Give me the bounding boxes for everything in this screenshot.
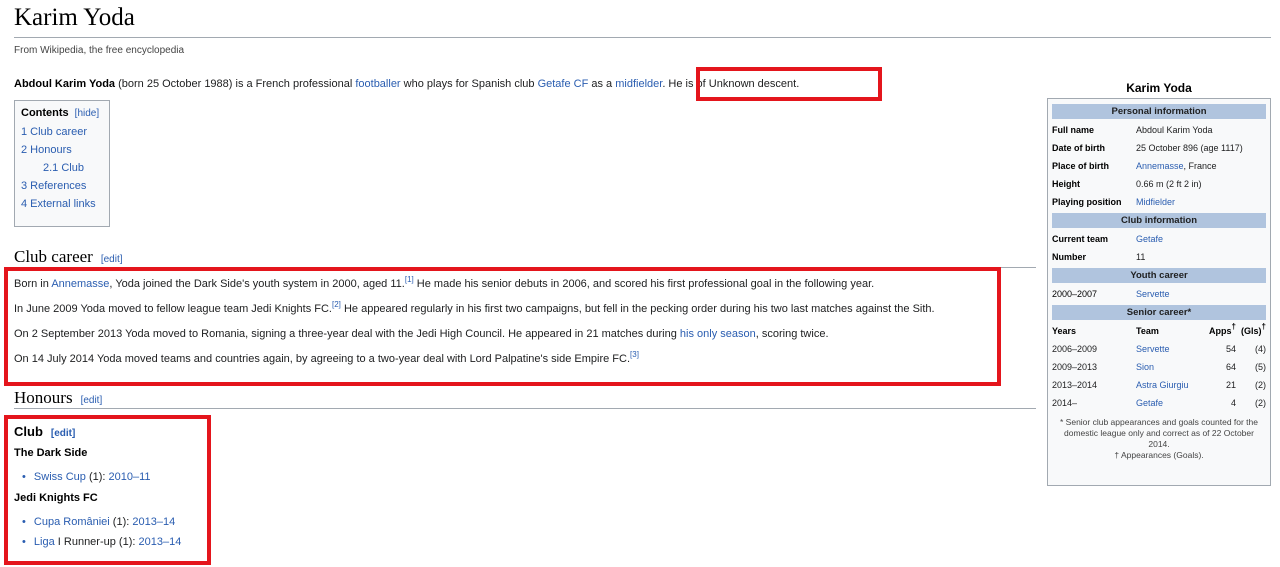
- highlight-box-descent: [696, 67, 882, 101]
- col-apps-label: Apps: [1209, 326, 1232, 336]
- senior-gls: (4): [1255, 344, 1266, 354]
- toc-item-club[interactable]: 2.1 Club: [43, 162, 84, 174]
- infobox-row: 2000–2007 Servette: [1052, 285, 1266, 303]
- senior-years: 2009–2013: [1052, 362, 1098, 372]
- table-of-contents: Contents [hide] 1 Club career 2 Honours …: [14, 100, 110, 227]
- link-servette[interactable]: Servette: [1136, 289, 1170, 299]
- highlight-box-club-career: [4, 267, 1001, 386]
- infobox-header-senior: Senior career*: [1052, 305, 1266, 320]
- infobox-label: Place of birth: [1052, 161, 1110, 171]
- senior-apps: 64: [1225, 362, 1236, 372]
- infobox-senior-columns: Years Team Apps† (Gls)†: [1052, 322, 1266, 340]
- link-footballer[interactable]: footballer: [355, 78, 400, 90]
- infobox: Personal information Full name Abdoul Ka…: [1047, 98, 1271, 486]
- senior-team-link[interactable]: Astra Giurgiu: [1136, 376, 1198, 394]
- lead-text: (born 25 October 1988) is a French profe…: [115, 78, 356, 90]
- senior-years: 2014–: [1052, 398, 1078, 408]
- infobox-label: Current team: [1052, 234, 1109, 244]
- senior-gls: (5): [1255, 362, 1266, 372]
- infobox-row: Height 0.66 m (2 ft 2 in): [1052, 175, 1266, 193]
- section-title: Honours: [14, 388, 73, 407]
- infobox-value: Abdoul Karim Yoda: [1136, 125, 1213, 135]
- infobox-value: Midfielder: [1136, 193, 1266, 211]
- section-divider: [14, 408, 1036, 409]
- infobox-value-text: , France: [1183, 161, 1217, 171]
- link-annemasse[interactable]: Annemasse: [1136, 161, 1184, 171]
- col-gls-label: (Gls): [1241, 326, 1262, 336]
- infobox-label: Playing position: [1052, 197, 1122, 207]
- senior-apps: 4: [1230, 398, 1236, 408]
- infobox-row: Place of birth Annemasse, France: [1052, 157, 1266, 175]
- toc-title: Contents: [21, 107, 69, 119]
- toc-hide-toggle[interactable]: [hide]: [75, 108, 99, 119]
- infobox-senior-row: 2009–2013 Sion 64 (5): [1052, 358, 1266, 376]
- section-title: Club career: [14, 247, 93, 266]
- toc-item-honours[interactable]: 2 Honours: [21, 144, 72, 156]
- senior-apps: 21: [1225, 380, 1236, 390]
- infobox-label: Height: [1052, 179, 1080, 189]
- infobox-senior-row: 2006–2009 Servette 54 (4): [1052, 340, 1266, 358]
- col-years: Years: [1052, 326, 1077, 336]
- link-midfielder[interactable]: midfielder: [615, 78, 662, 90]
- col-team: Team: [1136, 326, 1159, 336]
- infobox-years: 2000–2007: [1052, 289, 1098, 299]
- col-gls: (Gls)†: [1236, 322, 1266, 340]
- infobox-row: Current team Getafe: [1052, 230, 1266, 248]
- lead-paragraph: Abdoul Karim Yoda (born 25 October 1988)…: [14, 77, 799, 91]
- title-divider: [14, 37, 1271, 38]
- infobox-value: Annemasse, France: [1136, 157, 1266, 175]
- dagger-mark: †: [1261, 322, 1266, 331]
- tagline: From Wikipedia, the free encyclopedia: [14, 45, 185, 56]
- senior-years: 2006–2009: [1052, 344, 1098, 354]
- infobox-header-club: Club information: [1052, 213, 1266, 228]
- link-getafe-cf[interactable]: Getafe CF: [538, 78, 589, 90]
- infobox-header-youth: Youth career: [1052, 268, 1266, 283]
- edit-link-honours[interactable]: [edit]: [81, 395, 103, 406]
- edit-link-club-career[interactable]: [edit]: [101, 254, 123, 265]
- infobox-value: 25 October 896 (age 1117): [1136, 143, 1243, 153]
- infobox-label: Date of birth: [1052, 143, 1105, 153]
- infobox-header-personal: Personal information: [1052, 104, 1266, 119]
- infobox-row: Date of birth 25 October 896 (age 1117): [1052, 139, 1266, 157]
- infobox-row: Playing position Midfielder: [1052, 193, 1266, 211]
- toc-item-references[interactable]: 3 References: [21, 180, 86, 192]
- highlight-box-honours: [4, 415, 211, 565]
- lead-name: Abdoul Karim Yoda: [14, 78, 116, 90]
- link-getafe[interactable]: Getafe: [1136, 234, 1163, 244]
- senior-team-link[interactable]: Sion: [1136, 358, 1198, 376]
- infobox-value: Servette: [1136, 285, 1266, 303]
- infobox-footnote: * Senior club appearances and goals coun…: [1060, 417, 1258, 449]
- infobox-value: 0.66 m (2 ft 2 in): [1136, 179, 1202, 189]
- lead-text: who plays for Spanish club: [400, 78, 538, 90]
- senior-gls: (2): [1255, 398, 1266, 408]
- infobox-title: Karim Yoda: [1126, 81, 1192, 95]
- section-heading-club-career: Club career [edit]: [14, 247, 123, 267]
- infobox-label: Full name: [1052, 125, 1095, 135]
- toc-item-club-career[interactable]: 1 Club career: [21, 126, 87, 138]
- page-title: Karim Yoda: [14, 4, 135, 31]
- col-apps: Apps†: [1198, 322, 1236, 340]
- infobox-label: Number: [1052, 252, 1087, 262]
- senior-gls: (2): [1255, 380, 1266, 390]
- senior-team-link[interactable]: Getafe: [1136, 394, 1198, 412]
- senior-years: 2013–2014: [1052, 380, 1098, 390]
- senior-apps: 54: [1225, 344, 1236, 354]
- link-midfielder[interactable]: Midfielder: [1136, 197, 1175, 207]
- infobox-value: 11: [1136, 252, 1146, 262]
- infobox-row: Full name Abdoul Karim Yoda: [1052, 121, 1266, 139]
- senior-team-link[interactable]: Servette: [1136, 340, 1198, 358]
- infobox-senior-row: 2014– Getafe 4 (2): [1052, 394, 1266, 412]
- infobox-value: Getafe: [1136, 230, 1266, 248]
- toc-item-external-links[interactable]: 4 External links: [21, 198, 96, 210]
- infobox-senior-row: 2013–2014 Astra Giurgiu 21 (2): [1052, 376, 1266, 394]
- section-heading-honours: Honours [edit]: [14, 388, 102, 408]
- infobox-footnote-legend: † Appearances (Goals).: [1114, 450, 1204, 460]
- infobox-row: Number 11: [1052, 248, 1266, 266]
- lead-text: as a: [588, 78, 616, 90]
